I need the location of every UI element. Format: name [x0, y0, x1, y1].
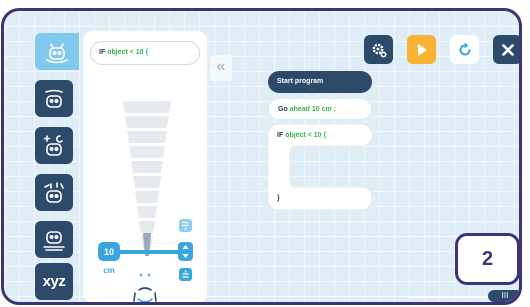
- play-icon: [417, 43, 427, 56]
- if-header: IF object < 10 {: [277, 132, 326, 139]
- category-lights[interactable]: [35, 127, 73, 164]
- motion-icon: [46, 42, 68, 63]
- start-program-block[interactable]: Start program: [268, 71, 372, 93]
- play-button[interactable]: [407, 35, 436, 64]
- go-condition: ahead 10 cm ;: [289, 106, 336, 113]
- start-program-label: Start program: [277, 78, 324, 85]
- horizontal-scrollbar-thumb[interactable]: III: [488, 290, 519, 302]
- sensor-icon: [43, 230, 65, 251]
- robot-sensor-right: [147, 273, 151, 277]
- robot-sensor-left: [139, 273, 143, 277]
- slider-handle[interactable]: [178, 242, 193, 261]
- settings-icon: [372, 43, 387, 58]
- threshold-slider[interactable]: [117, 250, 187, 254]
- go-ahead-block[interactable]: Go ahead 10 cm ;: [268, 98, 372, 120]
- category-music[interactable]: [35, 174, 73, 211]
- distance-sensor-widget: 10 cm: [98, 101, 193, 302]
- category-sound[interactable]: [35, 80, 73, 117]
- threshold-unit: cm: [103, 266, 115, 275]
- sound-icon: [45, 89, 63, 108]
- if-keyword: IF: [99, 49, 106, 56]
- close-icon: [501, 43, 514, 56]
- lights-icon: [43, 134, 63, 156]
- robot-icon: [133, 287, 157, 302]
- step-badge: 2: [455, 233, 519, 285]
- if-keyword: IF: [277, 132, 284, 139]
- app-frame: xyz IF object < 10 {10 cm « Start progr…: [1, 8, 522, 305]
- variables-icon: xyz: [42, 273, 66, 290]
- category-bar: xyz: [4, 11, 82, 302]
- collapse-palette-button[interactable]: «: [210, 55, 232, 81]
- category-variables[interactable]: xyz: [35, 263, 73, 300]
- block-palette: IF object < 10 { 10 cm: [83, 31, 207, 302]
- go-keyword: Go: [278, 106, 288, 113]
- threshold-value: 10: [104, 247, 114, 257]
- if-close-brace: }: [277, 195, 280, 202]
- if-block[interactable]: IF object < 10 { }: [268, 124, 372, 210]
- category-motion[interactable]: [35, 33, 79, 70]
- category-sensors[interactable]: [35, 221, 73, 258]
- settings-button[interactable]: [364, 35, 393, 64]
- reload-icon: [459, 42, 470, 55]
- music-icon: [44, 181, 64, 203]
- double-chevron-left-icon: «: [216, 58, 226, 75]
- reload-button[interactable]: [450, 35, 479, 64]
- distance-cone: [123, 101, 171, 248]
- close-button[interactable]: [493, 35, 519, 64]
- if-condition: object < 10 {: [107, 49, 149, 56]
- if-condition: object < 10 {: [285, 132, 327, 139]
